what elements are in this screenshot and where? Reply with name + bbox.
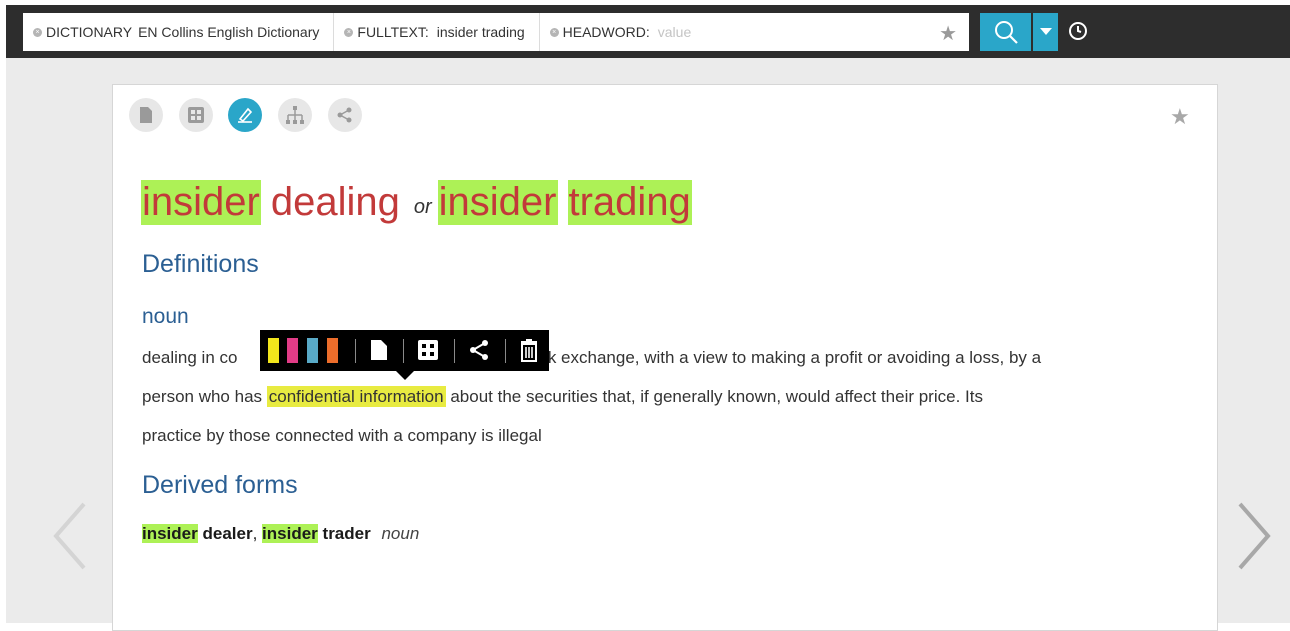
document-icon	[140, 107, 152, 123]
remove-filter-icon[interactable]: ×	[33, 27, 42, 37]
search-button[interactable]	[980, 13, 1031, 51]
definition-text: person who has	[142, 387, 263, 406]
chevron-left-icon	[53, 502, 86, 570]
toolbar-divider	[355, 339, 356, 363]
toolbar-divider	[403, 339, 404, 363]
swatch-yellow[interactable]	[268, 338, 279, 363]
next-entry-button[interactable]	[1234, 500, 1274, 577]
table-icon	[188, 107, 204, 123]
part-of-speech: noun	[142, 305, 189, 328]
headword-input[interactable]: value	[658, 24, 691, 40]
filter-dictionary[interactable]: × DICTIONARY EN Collins English Dictiona…	[23, 13, 335, 51]
note-icon	[371, 340, 387, 360]
headword-label: HEADWORD:	[562, 24, 650, 40]
grid-button[interactable]	[415, 337, 441, 363]
chevron-down-icon	[1039, 28, 1052, 35]
definitions-heading: Definitions	[142, 250, 259, 278]
top-bar: × DICTIONARY EN Collins English Dictiona…	[6, 5, 1290, 58]
share-icon	[470, 340, 488, 360]
headword-or: or	[413, 195, 432, 218]
clock-icon	[1069, 22, 1087, 40]
filter-headword[interactable]: × HEADWORD: value ★	[540, 13, 969, 51]
chevron-right-icon	[1238, 502, 1271, 570]
table-view-button[interactable]	[179, 98, 213, 132]
highlight-toolbar	[260, 330, 549, 371]
search-bar[interactable]: × DICTIONARY EN Collins English Dictiona…	[23, 13, 969, 51]
trash-icon	[521, 339, 537, 362]
entry-headword: insider dealing or insider trading	[141, 174, 692, 230]
search-icon	[994, 21, 1018, 44]
definition-text: dealing in co	[142, 348, 238, 367]
share-icon	[337, 107, 352, 123]
fulltext-value: insider trading	[436, 24, 525, 40]
highlighter-icon	[238, 107, 253, 123]
share-highlight-button[interactable]	[466, 337, 492, 363]
swatch-blue[interactable]	[307, 338, 318, 363]
toolbar-pointer	[395, 370, 415, 380]
derived-word: dealer	[202, 524, 253, 543]
toolbar-divider	[454, 339, 455, 363]
grid-icon	[418, 340, 438, 360]
previous-entry-button[interactable]	[50, 500, 90, 577]
hierarchy-icon	[286, 106, 304, 124]
share-button[interactable]	[328, 98, 362, 132]
highlight-button[interactable]	[228, 98, 262, 132]
search-options-dropdown[interactable]	[1033, 13, 1058, 51]
swatch-orange[interactable]	[327, 338, 338, 363]
user-highlight[interactable]: confidential information	[266, 386, 446, 407]
remove-filter-icon[interactable]: ×	[549, 27, 559, 37]
derived-word: insider	[142, 524, 198, 543]
fulltext-label: FULLTEXT:	[357, 24, 429, 40]
definition-line: practice by those connected with a compa…	[142, 426, 542, 445]
headword-term: insider	[141, 179, 261, 225]
delete-highlight-button[interactable]	[516, 337, 542, 363]
add-note-button[interactable]	[366, 337, 392, 363]
document-view-button[interactable]	[129, 98, 163, 132]
hierarchy-button[interactable]	[278, 98, 312, 132]
derived-word: insider	[262, 524, 318, 543]
remove-filter-icon[interactable]: ×	[344, 27, 354, 37]
derived-forms: insider dealer, insider trader noun	[142, 524, 419, 544]
filter-fulltext[interactable]: × FULLTEXT: insider trading	[334, 13, 540, 51]
derived-word: trader	[322, 524, 371, 543]
favorite-search-star-icon[interactable]: ★	[939, 21, 957, 46]
definition-text: d stock exchange, with a view to making …	[502, 348, 1042, 367]
history-button[interactable]	[1068, 21, 1088, 41]
derived-forms-heading: Derived forms	[142, 471, 298, 499]
swatch-pink[interactable]	[287, 338, 298, 363]
dictionary-label: DICTIONARY	[46, 24, 133, 40]
toolbar-divider	[505, 339, 506, 363]
derived-separator: ,	[252, 524, 258, 543]
definition-line: person who has confidential information …	[142, 386, 983, 407]
headword-term: trading	[567, 179, 692, 225]
headword-term: insider	[437, 179, 558, 225]
definition-text: about the securities that, if generally …	[450, 387, 983, 406]
favorite-entry-star-icon[interactable]: ★	[1170, 104, 1190, 130]
dictionary-value: EN Collins English Dictionary	[138, 24, 320, 40]
headword-term: dealing	[270, 179, 400, 224]
derived-pos: noun	[381, 524, 420, 543]
